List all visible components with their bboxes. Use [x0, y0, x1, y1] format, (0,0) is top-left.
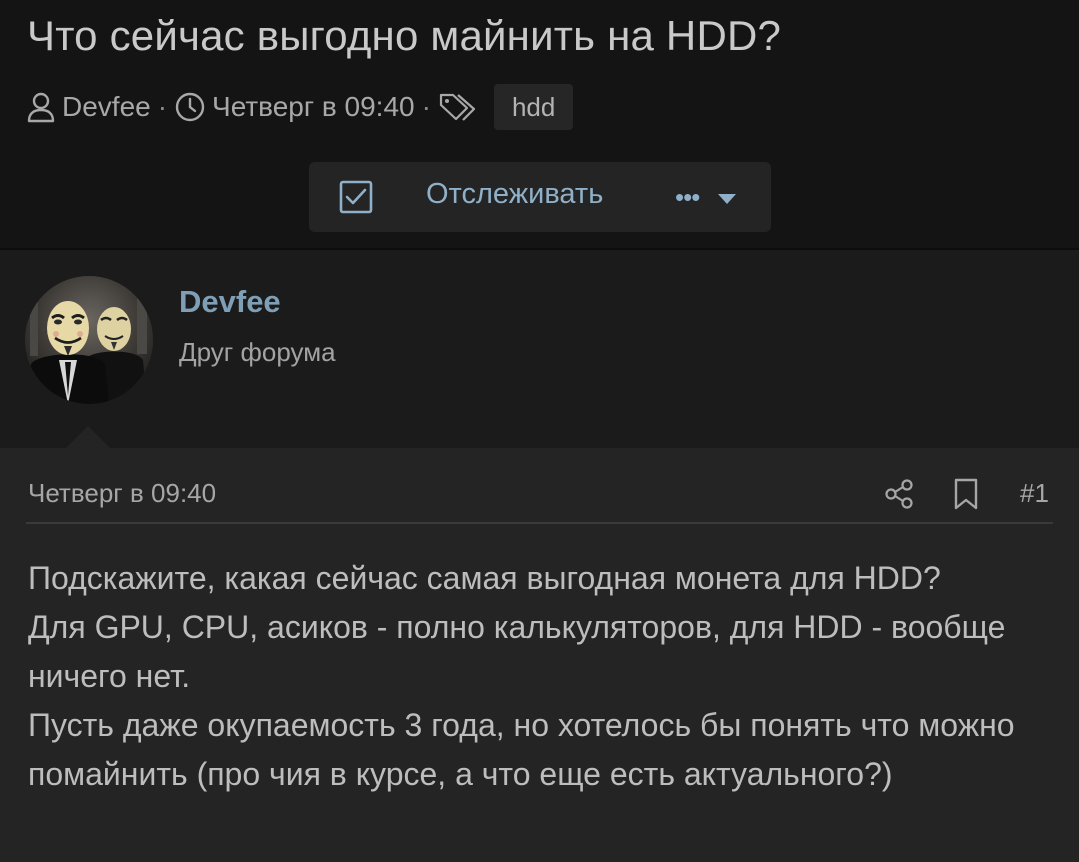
post-user-block: Devfee Друг форума	[0, 250, 1079, 448]
watch-button[interactable]: Отслеживать	[426, 178, 603, 211]
post-pointer-arrow	[65, 426, 111, 449]
post-body: Подскажите, какая сейчас самая выгодная …	[28, 554, 1058, 799]
post-body-paragraph: Подскажите, какая сейчас самая выгодная …	[28, 560, 941, 596]
thread-author-link[interactable]: Devfee	[62, 91, 151, 123]
post-date-link[interactable]: Четверг в 09:40	[28, 478, 216, 509]
thread-title: Что сейчас выгодно майнить на HDD?	[27, 12, 782, 59]
meta-separator: ·	[157, 91, 168, 122]
post-body-paragraph: Пусть даже окупаемость 3 года, но хотело…	[28, 707, 1015, 792]
post-message: Четверг в 09:40 #1 Подскажите, какая сей…	[0, 448, 1079, 862]
meta-separator: ·	[421, 91, 431, 122]
thread-date-link[interactable]: Четверг в 09:40	[212, 91, 415, 123]
tag-chip-hdd[interactable]: hdd	[493, 84, 574, 130]
caret-down-icon[interactable]	[717, 192, 737, 204]
avatar[interactable]	[25, 276, 153, 404]
post-header-divider	[26, 522, 1053, 524]
thread-meta: Devfee · Четверг в 09:40 · hdd	[26, 84, 574, 130]
post-permalink-number[interactable]: #1	[1020, 478, 1049, 509]
post-username[interactable]: Devfee	[179, 284, 281, 320]
clock-icon	[174, 91, 206, 123]
bookmark-icon[interactable]	[954, 478, 978, 510]
checkbox-icon[interactable]	[339, 180, 373, 214]
tag-icon	[438, 91, 482, 123]
user-icon	[26, 91, 56, 123]
user-title: Друг форума	[179, 337, 336, 367]
more-options-button[interactable]: •••	[675, 182, 709, 212]
share-icon[interactable]	[884, 478, 914, 510]
thread-action-bar: Отслеживать •••	[309, 162, 771, 232]
thread-header: Что сейчас выгодно майнить на HDD? Devfe…	[0, 0, 1079, 248]
post-body-paragraph: Для GPU, CPU, асиков - полно калькулятор…	[28, 609, 1006, 694]
forum-thread-page: Что сейчас выгодно майнить на HDD? Devfe…	[0, 0, 1079, 862]
